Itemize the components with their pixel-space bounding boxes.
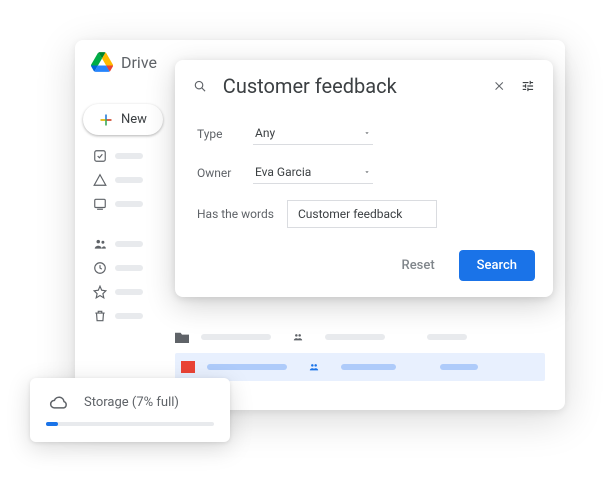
owner-placeholder	[341, 364, 396, 370]
nav-label-placeholder	[115, 313, 143, 319]
new-button[interactable]: New	[83, 104, 163, 135]
nav-label-placeholder	[115, 177, 143, 183]
search-actions: Reset Search	[175, 244, 553, 281]
people-icon	[93, 237, 107, 251]
search-bar	[175, 60, 553, 112]
filter-row-type: Type Any	[197, 122, 531, 145]
nav-list	[83, 149, 147, 323]
search-icon	[193, 76, 207, 96]
list-row[interactable]	[175, 325, 545, 349]
clock-icon	[93, 261, 107, 275]
search-input[interactable]	[223, 74, 477, 98]
owner-dropdown[interactable]: Eva Garcia	[253, 161, 373, 184]
search-filters: Type Any Owner Eva Garcia Has the words	[175, 112, 553, 228]
storage-progress	[46, 422, 214, 426]
storage-text: Storage (7% full)	[84, 395, 179, 410]
storage-progress-fill	[46, 422, 58, 426]
nav-label-placeholder	[115, 201, 143, 207]
triangle-icon	[93, 173, 107, 187]
nav-label-placeholder	[115, 153, 143, 159]
type-value: Any	[255, 126, 275, 140]
app-title: Drive	[121, 53, 157, 72]
nav-label-placeholder	[115, 241, 143, 247]
check-square-icon	[93, 149, 107, 163]
drive-logo-icon	[91, 52, 113, 72]
shared-icon	[307, 362, 321, 372]
star-icon	[93, 285, 107, 299]
chevron-down-icon	[363, 168, 371, 176]
devices-icon	[93, 197, 107, 211]
filter-row-words: Has the words	[197, 200, 531, 228]
storage-card[interactable]: Storage (7% full)	[30, 378, 230, 442]
type-dropdown[interactable]: Any	[253, 122, 373, 145]
sidebar: New	[75, 92, 155, 335]
file-type-icon	[181, 361, 195, 373]
trash-icon	[93, 309, 107, 323]
filename-placeholder	[207, 364, 287, 370]
search-button[interactable]: Search	[459, 250, 535, 281]
date-placeholder	[427, 334, 467, 340]
close-icon[interactable]	[493, 77, 505, 95]
owner-label: Owner	[197, 166, 253, 180]
nav-item-my-drive[interactable]	[93, 173, 147, 187]
nav-label-placeholder	[115, 265, 143, 271]
list-row-selected[interactable]	[175, 353, 545, 381]
nav-item-trash[interactable]	[93, 309, 147, 323]
nav-label-placeholder	[115, 289, 143, 295]
filter-row-owner: Owner Eva Garcia	[197, 161, 531, 184]
nav-item-shared[interactable]	[93, 237, 147, 251]
nav-item-starred[interactable]	[93, 285, 147, 299]
nav-item-recent[interactable]	[93, 261, 147, 275]
cloud-icon	[46, 392, 72, 412]
new-button-label: New	[121, 112, 147, 127]
nav-item-priority[interactable]	[93, 149, 147, 163]
nav-item-computers[interactable]	[93, 197, 147, 211]
words-input[interactable]	[287, 200, 437, 228]
chevron-down-icon	[363, 129, 371, 137]
owner-value: Eva Garcia	[255, 165, 311, 179]
owner-placeholder	[325, 334, 385, 340]
storage-row: Storage (7% full)	[46, 392, 214, 412]
plus-icon	[99, 113, 113, 127]
date-placeholder	[440, 364, 478, 370]
tune-icon[interactable]	[521, 76, 535, 96]
folder-icon	[175, 331, 189, 343]
filename-placeholder	[201, 334, 271, 340]
search-panel: Type Any Owner Eva Garcia Has the words …	[175, 60, 553, 297]
file-list	[175, 325, 545, 381]
shared-icon	[291, 332, 305, 342]
type-label: Type	[197, 127, 253, 141]
reset-button[interactable]: Reset	[388, 250, 449, 281]
words-label: Has the words	[197, 207, 287, 221]
